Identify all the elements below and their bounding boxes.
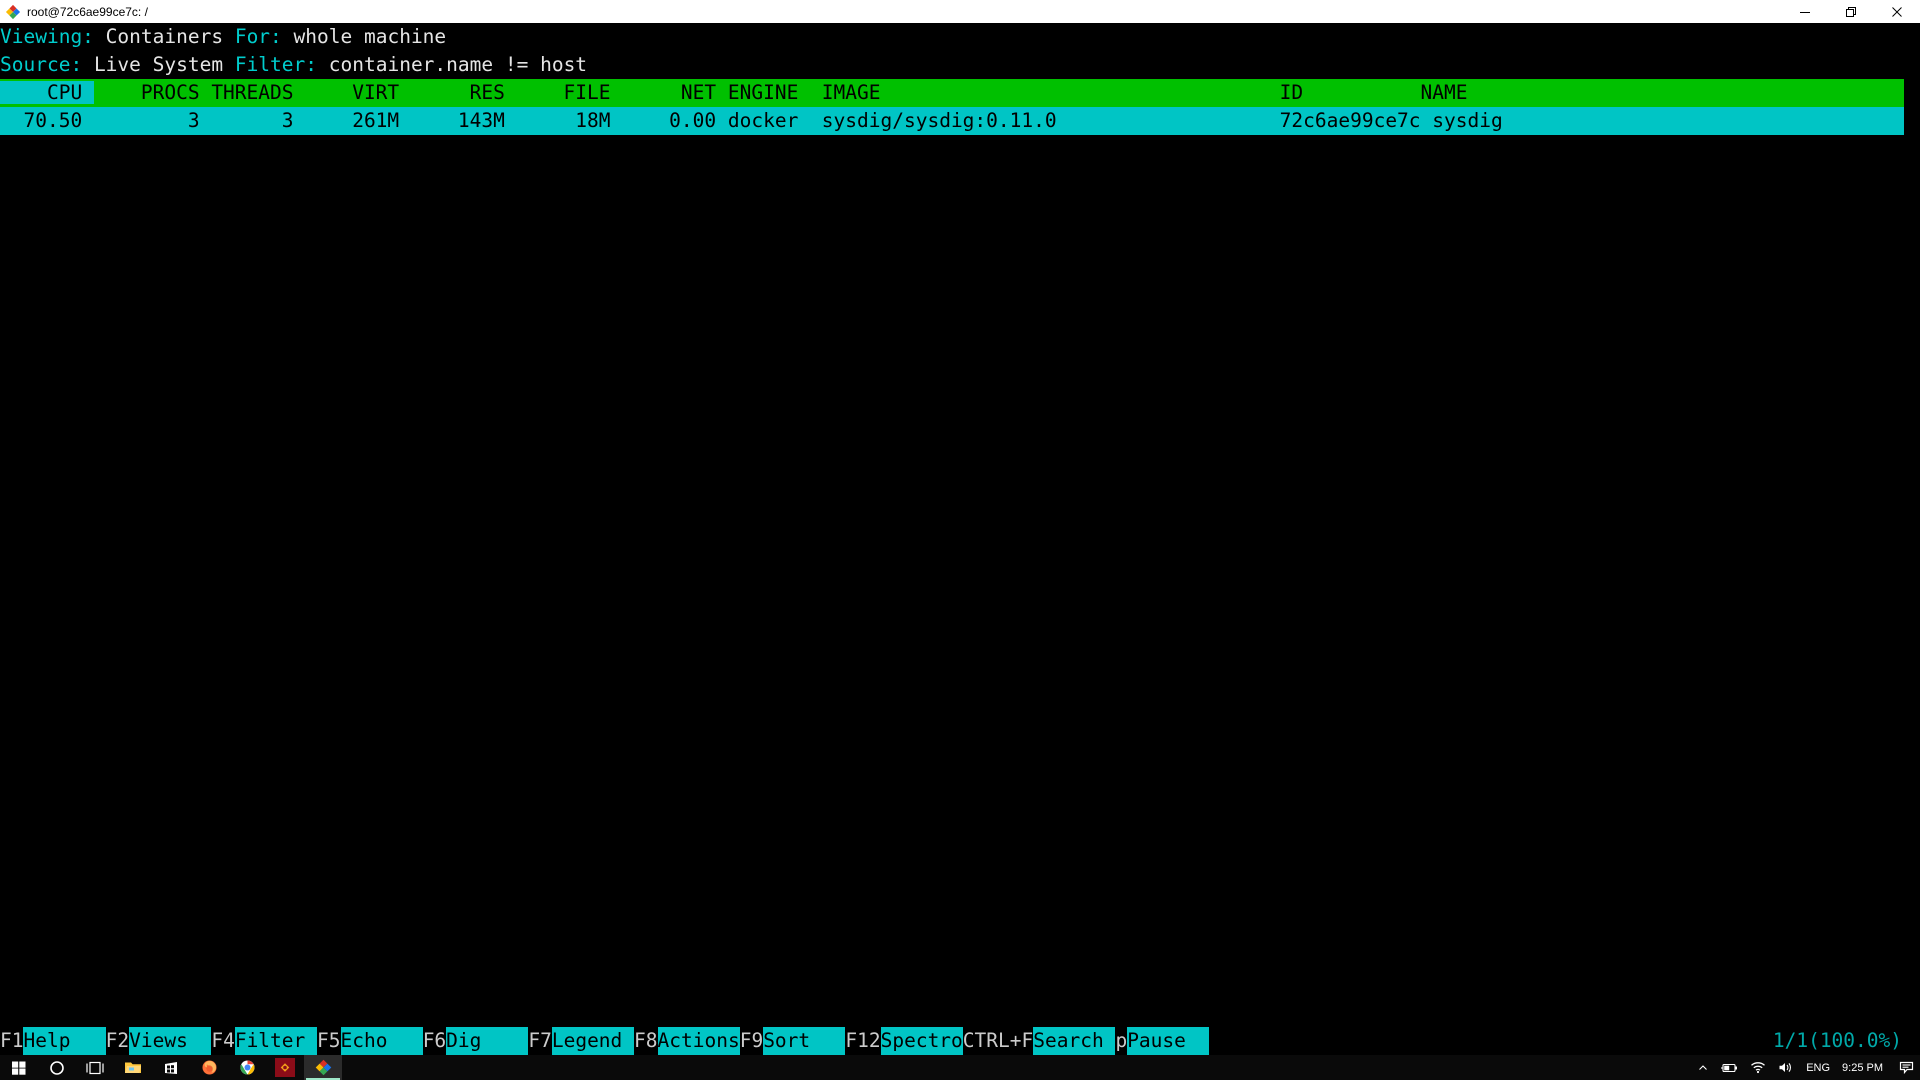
for-label: For:: [234, 25, 282, 48]
fkey-num-f6: F6: [422, 1027, 447, 1055]
fkey-num-f12: F12: [845, 1027, 881, 1055]
fkey-label-echo[interactable]: Echo: [340, 1027, 423, 1055]
fkey-num-ctrlf: CTRL+F: [962, 1027, 1034, 1055]
table-row-content[interactable]: 70.50 3 3 261M 143M 18M 0.00 docker sysd…: [0, 107, 1920, 135]
filter-space: [317, 53, 329, 76]
file-explorer-button[interactable]: [114, 1055, 152, 1080]
viewing-space-1: [94, 25, 106, 48]
windows-taskbar: ENG 9:25 PM: [0, 1055, 1920, 1080]
filter-label: Filter:: [234, 53, 318, 76]
source-space-1: [82, 53, 94, 76]
terminal-scrollbar[interactable]: ⌄: [1904, 23, 1920, 1055]
viewing-value: Containers: [105, 25, 224, 48]
start-button[interactable]: [0, 1055, 38, 1080]
fkey-num-f5: F5: [317, 1027, 341, 1055]
window-titlebar: root@72c6ae99ce7c: /: [0, 0, 1920, 24]
fkey-num-f1: F1: [0, 1027, 24, 1055]
source-label: Source:: [0, 53, 83, 76]
window-title: root@72c6ae99ce7c: /: [27, 4, 148, 19]
for-space: [282, 25, 294, 48]
fkey-num-f2: F2: [105, 1027, 130, 1055]
for-value: whole machine: [293, 25, 447, 48]
table-row[interactable]: 70.50 3 3 261M 143M 18M 0.00 docker sysd…: [0, 107, 1920, 135]
putty-icon: [5, 4, 21, 20]
task-view-button[interactable]: [76, 1055, 114, 1080]
column-header-rest[interactable]: PROCS THREADS VIRT RES FILE NET ENGINE I…: [94, 81, 1920, 104]
fkey-label-actions[interactable]: Actions: [657, 1027, 740, 1055]
viewing-space-2: [223, 25, 235, 48]
fkey-num-f8: F8: [634, 1027, 658, 1055]
fkey-label-legend[interactable]: Legend: [551, 1027, 635, 1055]
fkey-num-f7: F7: [528, 1027, 552, 1055]
minimize-button[interactable]: [1782, 1, 1828, 23]
show-hidden-icons-button[interactable]: [1692, 1055, 1714, 1080]
firefox-button[interactable]: [190, 1055, 228, 1080]
fkey-num-p: p: [1115, 1027, 1128, 1055]
chrome-button[interactable]: [228, 1055, 266, 1080]
source-space-2: [223, 53, 235, 76]
microsoft-store-button[interactable]: [152, 1055, 190, 1080]
viewing-label: Viewing:: [0, 25, 94, 48]
system-tray: ENG 9:25 PM: [1692, 1055, 1920, 1080]
clock[interactable]: 9:25 PM: [1836, 1062, 1893, 1074]
terminal-screen[interactable]: Viewing: Containers For: whole machine S…: [0, 23, 1920, 1055]
action-center-icon[interactable]: [1893, 1055, 1920, 1080]
source-line: Source: Live System Filter: container.na…: [0, 51, 1920, 79]
wifi-icon[interactable]: [1744, 1055, 1772, 1080]
fkey-label-search[interactable]: Search: [1033, 1027, 1116, 1055]
restore-button[interactable]: [1828, 1, 1874, 23]
fkey-label-help[interactable]: Help: [23, 1027, 106, 1055]
putty-terminal-window: root@72c6ae99ce7c: / Viewing: Containers…: [0, 0, 1920, 1080]
fkey-label-spectro[interactable]: Spectro: [880, 1027, 963, 1055]
putty-button[interactable]: [304, 1055, 342, 1080]
column-header-line: CPU PROCS THREADS VIRT RES FILE NET ENGI…: [0, 79, 1920, 107]
table-column-header[interactable]: CPU PROCS THREADS VIRT RES FILE NET ENGI…: [0, 79, 1920, 107]
column-header-cpu[interactable]: CPU: [0, 81, 94, 104]
status-position: 1/1(100.0%): [1772, 1027, 1920, 1055]
fkey-label-views[interactable]: Views: [129, 1027, 212, 1055]
fkey-label-sort[interactable]: Sort: [763, 1027, 846, 1055]
app-red-button[interactable]: [266, 1055, 304, 1080]
source-value: Live System: [93, 53, 224, 76]
language-indicator[interactable]: ENG: [1800, 1055, 1836, 1080]
cortana-button[interactable]: [38, 1055, 76, 1080]
filter-value: container.name != host: [328, 53, 588, 76]
fkey-num-f4: F4: [211, 1027, 235, 1055]
fkey-label-pause[interactable]: Pause: [1127, 1027, 1210, 1055]
fkey-label-filter[interactable]: Filter: [234, 1027, 318, 1055]
battery-icon[interactable]: [1714, 1055, 1744, 1080]
viewing-line: Viewing: Containers For: whole machine: [0, 23, 1920, 51]
function-key-bar: F1 Help F2 Views F4 Filter F5 Echo F6 Dig F7 L…: [0, 1027, 1920, 1055]
volume-icon[interactable]: [1772, 1055, 1800, 1080]
close-button[interactable]: [1874, 1, 1920, 23]
fkey-label-dig[interactable]: Dig: [446, 1027, 529, 1055]
fkey-num-f9: F9: [739, 1027, 764, 1055]
